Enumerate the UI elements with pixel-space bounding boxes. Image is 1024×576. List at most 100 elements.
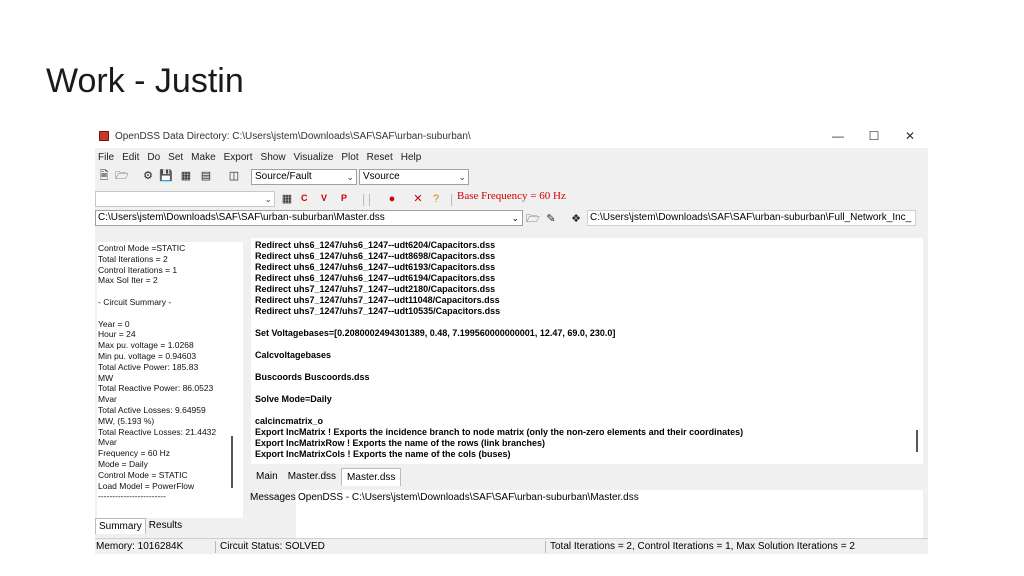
menu-plot[interactable]: Plot [337,150,362,166]
menu-do[interactable]: Do [143,150,164,166]
new-file-icon[interactable]: 🗎 [97,169,111,183]
window-title: OpenDSS Data Directory: C:\Users\jstem\D… [115,130,471,142]
summary-line [98,308,243,319]
p-button[interactable]: P [341,193,347,203]
menu-show[interactable]: Show [257,150,290,166]
script-editor[interactable]: Redirect uhs6_1247/uhs6_1247--udt6204/Ca… [251,238,923,464]
data-directory-field[interactable]: C:\Users\jstem\Downloads\SAF\SAF\urban-s… [587,210,916,226]
status-separator [215,541,216,553]
iterations-status: Total Iterations = 2, Control Iterations… [550,541,855,552]
summary-line: Mvar [98,437,117,448]
left-tab-bar: Summary Results [95,518,185,534]
c-button[interactable]: C [301,193,308,203]
editor-tab-bar: Main Master.dss Master.dss [251,468,402,486]
messages-label: Messages [250,492,296,503]
editor-line: Redirect uhs6_1247/uhs6_1247--udt6194/Ca… [255,273,496,283]
summary-line: Hour = 24 [98,329,136,340]
messages-box[interactable]: OpenDSS - C:\Users\jstem\Downloads\SAF\S… [296,490,923,538]
calculator-icon[interactable]: ▦ [179,169,193,183]
circuit-status: Circuit Status: SOLVED [220,541,325,552]
editor-line: Redirect uhs6_1247/uhs6_1247--udt6193/Ca… [255,262,496,272]
tab-master-dss[interactable]: Master.dss [283,468,341,486]
maximize-button[interactable]: ☐ [856,124,892,148]
chevron-down-icon: ⌄ [458,172,466,182]
chevron-down-icon: ⌄ [511,213,519,223]
summary-line: Control Mode = STATIC [98,469,188,480]
summary-line: Frequency = 60 Hz [98,448,171,459]
status-separator [545,541,546,553]
tab-results[interactable]: Results [146,518,185,534]
summary-line [98,286,243,297]
summary-line: Total Reactive Power: 86.0523 [98,383,214,394]
summary-line: MW [98,372,114,383]
editor-line: Redirect uhs7_1247/uhs7_1247--udt11048/C… [255,295,500,305]
editor-line: Calcvoltagebases [255,350,332,360]
editor-line: Set Voltagebases=[0.2080002494301389, 0.… [255,328,616,338]
menu-export[interactable]: Export [220,150,257,166]
menu-help[interactable]: Help [397,150,426,166]
open-folder-icon[interactable]: 🗁 [115,169,129,183]
script-path-select[interactable]: C:\Users\jstem\Downloads\SAF\SAF\urban-s… [95,210,523,226]
editor-line: Redirect uhs7_1247/uhs7_1247--udt2180/Ca… [255,284,496,294]
open-script-icon[interactable]: 🗁 [526,212,540,226]
menu-make[interactable]: Make [187,150,219,166]
mode-select[interactable]: Source/Fault ⌄ [251,169,357,185]
summary-line: Total Active Power: 185.83 [98,361,199,372]
menu-file[interactable]: File [95,150,118,166]
summary-line: Control Iterations = 1 [98,264,178,275]
tab-summary[interactable]: Summary [95,518,146,534]
menu-visualize[interactable]: Visualize [290,150,338,166]
menu-set[interactable]: Set [164,150,187,166]
editor-line: calcincmatrix_o [255,416,324,426]
menu-reset[interactable]: Reset [363,150,397,166]
editor-scrollbar[interactable] [916,430,918,452]
record-icon[interactable]: ● [385,192,399,206]
chevron-down-icon: ⌄ [264,194,272,204]
summary-line: Load Model = PowerFlow [98,480,195,491]
summary-line: Total Reactive Losses: 21.4432 [98,426,217,437]
status-bar: Memory: 1016284K Circuit Status: SOLVED … [95,538,928,554]
calc-icon[interactable]: ▦ [280,192,294,206]
toolbar-separator [369,194,370,206]
editor-line: Export IncMatrixCols ! Exports the name … [255,449,511,459]
v-button[interactable]: V [321,193,327,203]
help-icon[interactable]: ? [429,192,443,206]
grid-icon[interactable]: ◫ [227,169,241,183]
close-button[interactable]: ✕ [892,124,928,148]
summary-line: Max pu. voltage = 1.0268 [98,340,194,351]
element-select[interactable]: Vsource ⌄ [359,169,469,185]
editor-line: Export IncMatrix ! Exports the incidence… [255,427,744,437]
compile-icon[interactable]: ⚙ [141,169,155,183]
opendss-window: OpenDSS Data Directory: C:\Users\jstem\D… [95,124,928,554]
toolbar-separator [363,194,364,206]
edit-script-icon[interactable]: ✎ [544,212,558,226]
minimize-button[interactable]: — [820,124,856,148]
summary-line: MW, (5.193 %) [98,415,155,426]
toolbar-primary: 🗎 🗁 ⚙ 💾 ▦ ▤ ◫ Source/Fault ⌄ Vsource ⌄ [95,167,928,187]
toolbar-separator [451,194,452,206]
summary-line: Total Iterations = 2 [98,253,168,264]
summary-line: Year = 0 [98,318,130,329]
report-icon[interactable]: ▤ [199,169,213,183]
editor-line: Export IncMatrixRow ! Exports the name o… [255,438,546,448]
summary-panel: Control Mode =STATIC Total Iterations = … [97,242,243,518]
summary-line: Total Active Losses: 9.64959 [98,404,206,415]
tab-main[interactable]: Main [251,468,283,486]
editor-line: Redirect uhs6_1247/uhs6_1247--udt6204/Ca… [255,240,496,250]
editor-line: Redirect uhs6_1247/uhs6_1247--udt8698/Ca… [255,251,496,261]
title-bar[interactable]: OpenDSS Data Directory: C:\Users\jstem\D… [95,124,928,148]
menu-bar: File Edit Do Set Make Export Show Visual… [95,150,425,166]
base-frequency: Base Frequency = 60 Hz [457,190,566,202]
summary-line: Control Mode =STATIC [98,243,186,253]
save-icon[interactable]: 💾 [159,169,173,183]
editor-line: Solve Mode=Daily [255,394,332,404]
directory-icon[interactable]: ❖ [569,212,583,226]
stop-icon[interactable]: ✕ [411,192,425,206]
slide-title: Work - Justin [46,62,244,100]
summary-scrollbar[interactable] [231,436,233,488]
class-select[interactable]: ⌄ [95,191,275,207]
tab-master-dss-active[interactable]: Master.dss [341,468,402,486]
menu-edit[interactable]: Edit [118,150,143,166]
summary-line: Mvar [98,394,117,405]
summary-line: ------------------------ [98,491,166,502]
